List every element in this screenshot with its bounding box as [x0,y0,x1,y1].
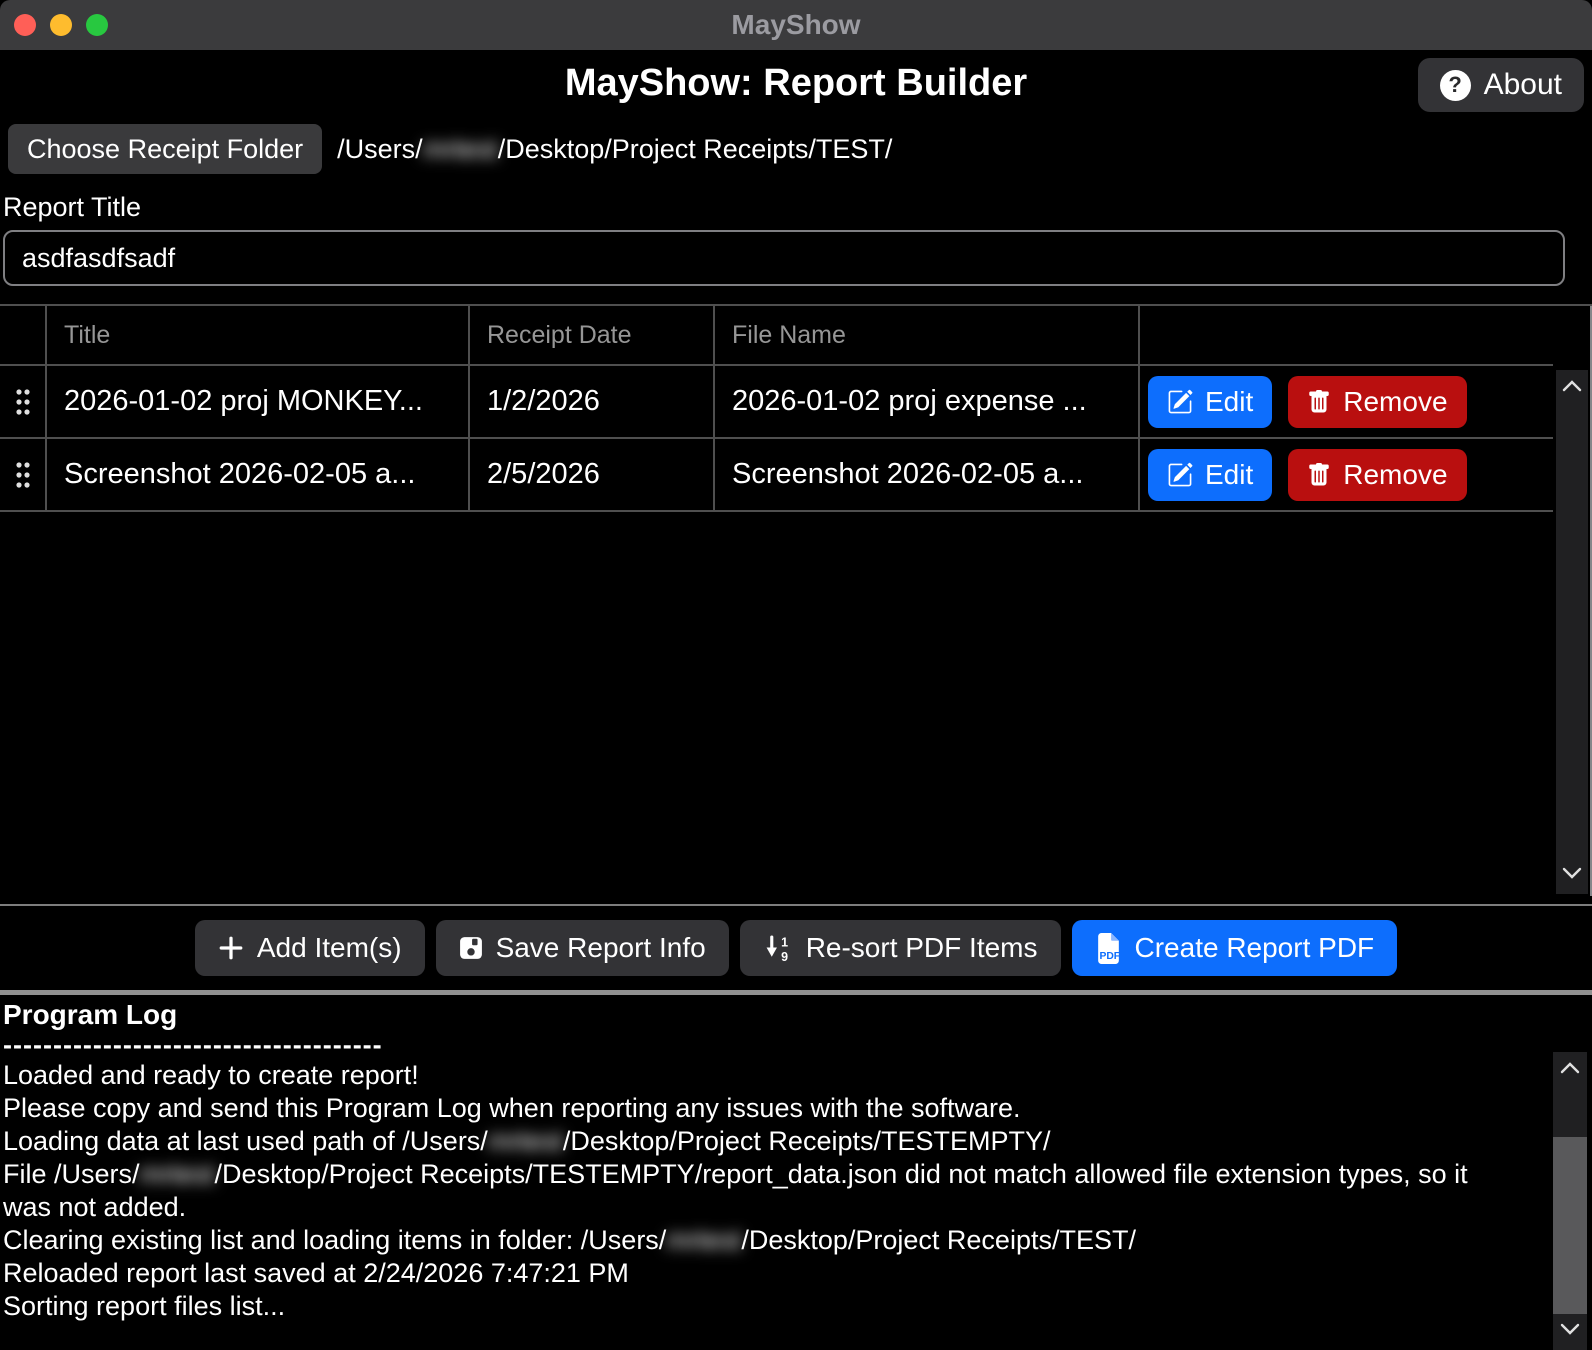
pencil-square-icon [1167,462,1193,488]
chevron-up-icon[interactable] [1561,379,1583,398]
edit-label: Edit [1205,386,1253,418]
app-header: MayShow: Report Builder ? About [0,50,1592,122]
grip-vertical-icon [14,387,32,417]
row-file-name: Screenshot 2026-02-05 a... [715,439,1140,512]
log-text: Clearing existing list and loading items… [3,1225,666,1255]
folder-path-prefix: /Users/ [337,134,423,164]
log-line: Loading data at last used path of /Users… [3,1125,1523,1158]
app-window: MayShow MayShow: Report Builder ? About … [0,0,1592,1350]
pdf-file-icon: PDF [1095,933,1122,964]
log-line: Please copy and send this Program Log wh… [3,1092,1523,1125]
row-actions: Edit Remove [1140,366,1553,439]
row-receipt-date: 1/2/2026 [470,366,715,439]
redacted-username: mrtest [666,1225,741,1255]
table-header-row: Title Receipt Date File Name [0,306,1553,366]
log-text: Loading data at last used path of /Users… [3,1126,488,1156]
about-label: About [1484,68,1562,102]
redacted-username: mrtest [423,134,498,164]
log-line: File /Users/mrtest/Desktop/Project Recei… [3,1158,1523,1224]
resort-pdf-label: Re-sort PDF Items [806,932,1038,964]
column-header-file-name: File Name [715,306,1140,366]
pencil-square-icon [1167,389,1193,415]
sort-numeric-icon: 1 9 [763,935,793,962]
redacted-username: mrtest [488,1126,563,1156]
log-text: /Desktop/Project Receipts/TESTEMPTY/repo… [3,1159,1468,1222]
page-title: MayShow: Report Builder [0,50,1592,105]
row-title: 2026-01-02 proj MONKEY... [47,366,470,439]
edit-label: Edit [1205,459,1253,491]
log-line: Loaded and ready to create report! [3,1059,1523,1092]
folder-row: Choose Receipt Folder /Users/mrtest/Desk… [0,122,1592,176]
about-button[interactable]: ? About [1418,58,1584,112]
column-header-actions [1140,306,1553,366]
redacted-username: mrtest [140,1159,215,1189]
report-title-label: Report Title [0,176,1592,226]
log-text: /Desktop/Project Receipts/TESTEMPTY/ [563,1126,1051,1156]
add-items-button[interactable]: Add Item(s) [195,920,425,976]
folder-path: /Users/mrtest/Desktop/Project Receipts/T… [337,134,892,165]
window-title: MayShow [0,0,1592,50]
remove-button[interactable]: Remove [1288,376,1466,428]
row-title: Screenshot 2026-02-05 a... [47,439,470,512]
log-text: /Desktop/Project Receipts/TEST/ [741,1225,1136,1255]
create-pdf-label: Create Report PDF [1135,932,1375,964]
remove-label: Remove [1343,386,1447,418]
chevron-down-icon[interactable] [1559,1322,1581,1341]
chevron-down-icon[interactable] [1561,866,1583,885]
table-row: 2026-01-02 proj MONKEY... 1/2/2026 2026-… [0,366,1553,439]
edit-button[interactable]: Edit [1148,449,1272,501]
report-title-input[interactable] [3,230,1565,286]
fullscreen-button[interactable] [86,14,108,36]
save-icon [459,936,483,960]
minimize-button[interactable] [50,14,72,36]
log-line: Reloaded report last saved at 2/24/2026 … [3,1257,1523,1290]
row-receipt-date: 2/5/2026 [470,439,715,512]
choose-folder-button[interactable]: Choose Receipt Folder [8,124,322,174]
svg-text:1: 1 [781,935,788,949]
row-file-name: 2026-01-02 proj expense ... [715,366,1140,439]
save-report-button[interactable]: Save Report Info [436,920,729,976]
create-pdf-button[interactable]: PDF Create Report PDF [1072,920,1398,976]
close-button[interactable] [14,14,36,36]
remove-button[interactable]: Remove [1288,449,1466,501]
log-text: File /Users/ [3,1159,140,1189]
grip-vertical-icon [14,460,32,490]
save-report-label: Save Report Info [496,932,706,964]
header-handle-cell [0,306,47,366]
trash-icon [1307,463,1331,487]
log-line: Sorting report files list... [3,1290,1523,1323]
remove-label: Remove [1343,459,1447,491]
plus-icon [218,935,244,961]
column-header-receipt-date: Receipt Date [470,306,715,366]
resort-pdf-button[interactable]: 1 9 Re-sort PDF Items [740,920,1061,976]
table-scrollbar[interactable] [1556,370,1588,894]
toolbar: Add Item(s) Save Report Info 1 9 Re-sort… [0,904,1592,990]
svg-text:PDF: PDF [1099,950,1120,961]
program-log-title: Program Log [3,999,1592,1031]
log-dashed-separator: -------------------------------------- [3,1031,1592,1059]
table-row: Screenshot 2026-02-05 a... 2/5/2026 Scre… [0,439,1553,512]
question-icon: ? [1440,70,1471,101]
row-actions: Edit Remove [1140,439,1553,512]
program-log: Program Log ----------------------------… [0,995,1592,1350]
edit-button[interactable]: Edit [1148,376,1272,428]
log-scrollbar-thumb[interactable] [1553,1137,1587,1314]
titlebar[interactable]: MayShow [0,0,1592,50]
trash-icon [1307,390,1331,414]
log-line: Clearing existing list and loading items… [3,1224,1523,1257]
log-scrollbar[interactable] [1553,1052,1587,1350]
add-items-label: Add Item(s) [257,932,402,964]
items-table: Title Receipt Date File Name 2026-01-02 … [0,304,1592,896]
traffic-lights [14,14,108,36]
svg-text:9: 9 [781,949,788,961]
folder-path-suffix: /Desktop/Project Receipts/TEST/ [498,134,893,164]
column-header-title: Title [47,306,470,366]
row-drag-handle[interactable] [0,439,47,512]
row-drag-handle[interactable] [0,366,47,439]
chevron-up-icon[interactable] [1559,1061,1581,1080]
